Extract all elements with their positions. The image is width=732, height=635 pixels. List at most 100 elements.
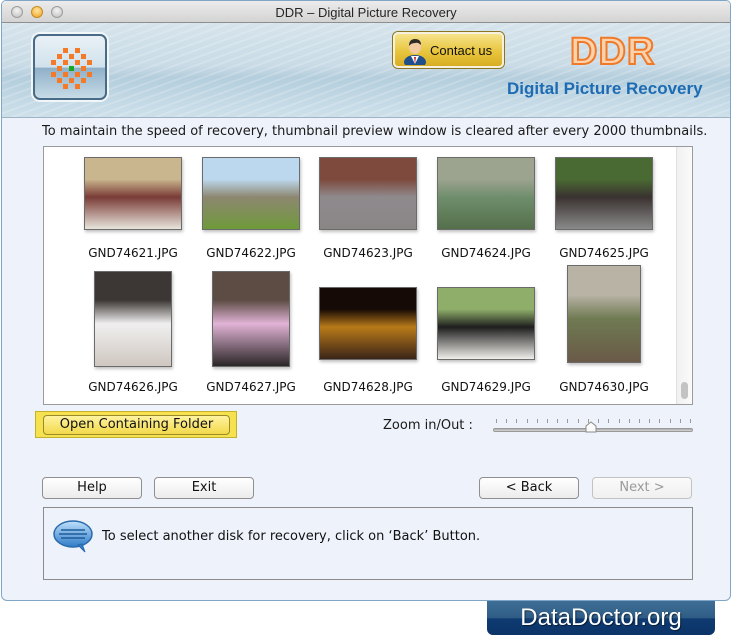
thumbnail-filename: GND74625.JPG [559, 246, 649, 260]
slider-tick [567, 419, 569, 423]
thumbnail-filename: GND74623.JPG [323, 246, 413, 260]
slider-tick [587, 419, 589, 423]
logo-square [51, 72, 56, 77]
thumbnail-filename: GND74624.JPG [441, 246, 531, 260]
app-logo-button[interactable] [33, 34, 107, 100]
contact-us-label: Contact us [430, 43, 493, 58]
thumbnail-image[interactable] [567, 265, 641, 363]
logo-square [63, 60, 68, 65]
message-box: To select another disk for recovery, cli… [43, 507, 693, 580]
thumbnail-image[interactable] [319, 287, 417, 360]
thumbnail-filename: GND74628.JPG [323, 380, 413, 394]
thumbnail-item[interactable]: GND74621.JPG [75, 147, 191, 265]
logo-square [63, 48, 68, 53]
back-button[interactable]: < Back [479, 477, 579, 499]
thumbnail-image[interactable] [212, 271, 290, 367]
thumbnail-image[interactable] [202, 157, 300, 230]
thumbnail-image[interactable] [84, 157, 182, 230]
logo-square [51, 60, 56, 65]
title-bar: DDR – Digital Picture Recovery [2, 1, 730, 23]
brand-subtitle: Digital Picture Recovery [507, 79, 703, 98]
thumbnail-item[interactable]: GND74625.JPG [546, 147, 662, 265]
logo-square [87, 60, 92, 65]
logo-square [57, 54, 62, 59]
header-banner: Contact us DDR Digital Picture Recovery [2, 23, 730, 118]
slider-tick [690, 419, 691, 423]
thumbnail-item[interactable]: GND74623.JPG [310, 147, 426, 265]
help-button[interactable]: Help [42, 477, 142, 499]
thumbnail-image[interactable] [94, 271, 172, 367]
logo-square [75, 84, 80, 89]
thumbnail-filename: GND74626.JPG [88, 380, 178, 394]
slider-tick [649, 419, 651, 423]
scrollbar-thumb[interactable] [681, 382, 688, 399]
slider-tick [638, 419, 640, 423]
slider-tick [659, 419, 661, 423]
zoom-slider[interactable] [493, 419, 693, 437]
logo-square [87, 72, 92, 77]
user-person-icon [404, 39, 426, 65]
speech-bubble-icon [53, 520, 93, 553]
slider-tick [598, 419, 600, 423]
thumbnail-item[interactable]: GND74628.JPG [310, 265, 426, 394]
logo-square [63, 72, 68, 77]
slider-tick [557, 419, 559, 423]
ddr-checker-logo-icon [51, 48, 93, 90]
slider-tick [679, 419, 681, 423]
preview-scrollbar[interactable] [676, 147, 692, 404]
thumbnail-preview-panel[interactable]: GND74621.JPG GND74622.JPG GND74623.JPG GND7… [43, 146, 693, 405]
logo-square [57, 78, 62, 83]
logo-square [81, 66, 86, 71]
logo-square [75, 60, 80, 65]
logo-square [81, 78, 86, 83]
thumbnail-image[interactable] [437, 157, 535, 230]
thumbnail-image[interactable] [437, 287, 535, 360]
footer-brand-text: DataDoctor.org [520, 604, 682, 631]
thumbnail-image[interactable] [555, 157, 653, 230]
thumbnail-filename: GND74622.JPG [206, 246, 296, 260]
exit-button[interactable]: Exit [154, 477, 254, 499]
next-button[interactable]: Next > [592, 477, 692, 499]
logo-square [69, 54, 74, 59]
slider-tick [547, 419, 549, 423]
slider-tick [496, 419, 497, 423]
thumbnail-item[interactable]: GND74627.JPG [193, 265, 309, 394]
thumbnail-filename: GND74629.JPG [441, 380, 531, 394]
preview-notice: To maintain the speed of recovery, thumb… [42, 124, 708, 139]
slider-tick [536, 419, 538, 423]
thumbnail-image[interactable] [319, 157, 417, 230]
logo-square [69, 78, 74, 83]
slider-tick [516, 419, 518, 423]
zoom-label: Zoom in/Out : [383, 418, 473, 433]
logo-square [63, 84, 68, 89]
zoom-slider-thumb[interactable] [585, 421, 597, 433]
thumbnail-filename: GND74630.JPG [559, 380, 649, 394]
logo-square [75, 72, 80, 77]
thumbnail-item[interactable]: GND74626.JPG [75, 265, 191, 394]
brand-logo-text: DDR [569, 30, 656, 74]
thumbnail-filename: GND74627.JPG [206, 380, 296, 394]
window-title: DDR – Digital Picture Recovery [275, 5, 457, 20]
slider-tick [506, 419, 508, 423]
datadoctor-footer-badge: DataDoctor.org [487, 601, 715, 635]
logo-square [57, 66, 62, 71]
logo-square [69, 66, 74, 71]
slider-tick [669, 419, 671, 423]
slider-tick [526, 419, 528, 423]
slider-tick [628, 419, 630, 423]
slider-tick [577, 419, 579, 423]
thumbnail-item[interactable]: GND74624.JPG [428, 147, 544, 265]
thumbnail-item[interactable]: GND74622.JPG [193, 147, 309, 265]
thumbnail-filename: GND74621.JPG [88, 246, 178, 260]
thumbnail-item[interactable]: GND74630.JPG [546, 265, 662, 394]
slider-tick [618, 419, 620, 423]
open-folder-highlight: Open Containing Folder [35, 411, 237, 438]
slider-tick [608, 419, 610, 423]
thumbnail-item[interactable]: GND74629.JPG [428, 265, 544, 394]
open-containing-folder-button[interactable]: Open Containing Folder [43, 415, 230, 435]
logo-square [81, 54, 86, 59]
app-window: DDR – Digital Picture Recovery Contact u… [1, 0, 731, 601]
contact-us-button[interactable]: Contact us [393, 32, 504, 68]
logo-square [75, 48, 80, 53]
message-text: To select another disk for recovery, cli… [102, 529, 481, 544]
